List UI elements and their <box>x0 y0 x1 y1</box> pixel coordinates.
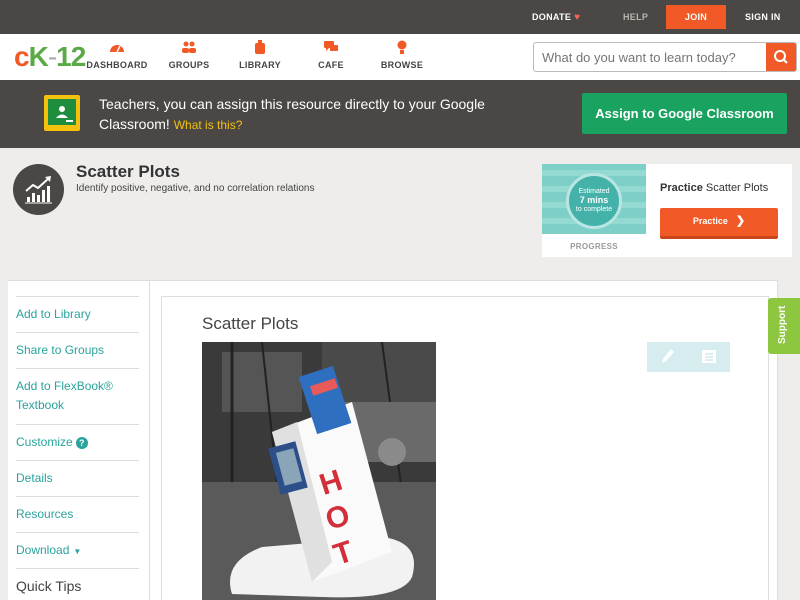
dashboard-icon <box>82 40 152 56</box>
help-link[interactable]: HELP <box>623 0 648 34</box>
practice-button[interactable]: Practice ❯ <box>660 208 778 239</box>
practice-title-bold: Practice <box>660 182 703 194</box>
nav-library[interactable]: LIBRARY <box>225 40 295 70</box>
download-label: Download <box>16 543 70 557</box>
sidebar-item-customize[interactable]: Customize? <box>16 424 139 460</box>
nav-browse-label: BROWSE <box>380 60 424 70</box>
search-icon <box>774 50 788 64</box>
concept-title: Scatter Plots <box>76 162 180 181</box>
concept-subtitle: Identify positive, negative, and no corr… <box>76 183 315 194</box>
google-classroom-icon <box>44 95 80 131</box>
heart-icon: ♥ <box>574 12 581 23</box>
progress-label: PROGRESS <box>570 242 618 251</box>
nav-dashboard-label: DASHBOARD <box>86 60 148 70</box>
browse-icon <box>367 40 437 56</box>
main-header: cK-12 DASHBOARD GROUPS LIBRARY CAFE BROW… <box>0 34 800 80</box>
assign-google-classroom-button[interactable]: Assign to Google Classroom <box>582 93 787 134</box>
nav-dashboard[interactable]: DASHBOARD <box>82 40 152 70</box>
nav-library-label: LIBRARY <box>239 60 281 70</box>
search-box <box>533 42 797 72</box>
sidebar-item-add-to-library[interactable]: Add to Library <box>16 296 139 332</box>
chevron-right-icon: ❯ <box>735 215 746 227</box>
sidebar-item-quick-tips[interactable]: Quick Tips <box>16 568 139 600</box>
logo-dash: - <box>47 41 57 72</box>
logo-k: K <box>28 41 49 72</box>
practice-thumbnail: Estimated 7 mins to complete <box>542 164 646 234</box>
scatter-plot-concept-icon <box>13 164 64 215</box>
sign-in-link[interactable]: SIGN IN <box>745 0 781 34</box>
join-button[interactable]: JOIN <box>666 5 726 29</box>
pencil-icon[interactable] <box>661 348 675 369</box>
content-title: Scatter Plots <box>202 314 299 333</box>
support-label: Support <box>777 305 788 344</box>
nav-cafe[interactable]: CAFE <box>296 40 366 70</box>
customize-label: Customize <box>16 435 73 449</box>
content-tools <box>647 342 730 372</box>
donate-label: DONATE <box>532 12 572 22</box>
estimated-time-badge: Estimated 7 mins to complete <box>566 173 622 229</box>
sidebar-item-add-to-flexbook[interactable]: Add to FlexBook® Textbook <box>16 368 139 424</box>
to-complete-label: to complete <box>575 206 613 213</box>
banner-message: Teachers, you can assign this resource d… <box>99 96 485 132</box>
sidebar-item-details[interactable]: Details <box>16 460 139 496</box>
practice-title: Practice Scatter Plots <box>660 182 768 194</box>
caret-down-icon: ▼ <box>73 547 82 556</box>
logo-num: 12 <box>56 41 86 72</box>
support-tab[interactable]: Support <box>768 298 800 354</box>
practice-card: Estimated 7 mins to complete PROGRESS Pr… <box>542 164 792 257</box>
melting-hot-sign-photo: H O T <box>202 342 436 600</box>
sidebar-item-share-to-groups[interactable]: Share to Groups <box>16 332 139 368</box>
search-button[interactable] <box>766 43 796 71</box>
ck12-logo[interactable]: cK-12 <box>14 40 86 74</box>
logo-c: c <box>14 41 30 72</box>
banner-text: Teachers, you can assign this resource d… <box>99 94 519 135</box>
nav-groups-label: GROUPS <box>168 60 210 70</box>
library-icon <box>225 40 295 56</box>
what-is-this-link[interactable]: What is this? <box>174 118 243 132</box>
search-input[interactable] <box>542 47 764 67</box>
estimated-mins: 7 mins <box>579 195 609 205</box>
sidebar-item-resources[interactable]: Resources <box>16 496 139 532</box>
practice-button-label: Practice <box>692 216 728 226</box>
cafe-icon <box>296 40 366 56</box>
practice-title-rest: Scatter Plots <box>705 182 769 194</box>
groups-icon <box>154 40 224 56</box>
nav-browse[interactable]: BROWSE <box>367 40 437 70</box>
notes-icon[interactable] <box>701 349 717 369</box>
nav-groups[interactable]: GROUPS <box>154 40 224 70</box>
sidebar: Add to Library Share to Groups Add to Fl… <box>8 281 150 600</box>
sidebar-item-download[interactable]: Download ▼ <box>16 532 139 568</box>
top-utility-bar: DONATE ♥ HELP JOIN SIGN IN <box>0 0 800 34</box>
help-question-icon[interactable]: ? <box>75 437 88 449</box>
donate-link[interactable]: DONATE ♥ <box>532 0 580 34</box>
nav-cafe-label: CAFE <box>318 60 344 70</box>
